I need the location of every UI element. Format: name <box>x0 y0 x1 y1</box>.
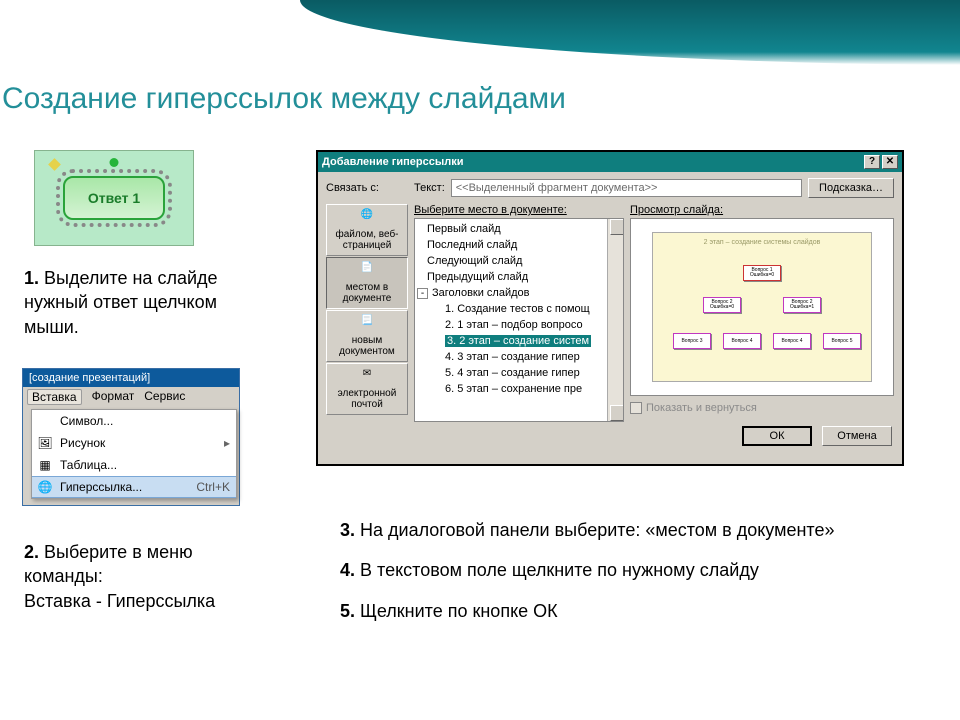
menu-bar: Вставка Формат Сервис <box>23 387 239 407</box>
answer-shape-container: Ответ 1 <box>34 150 194 246</box>
dialog-title: Добавление гиперссылки <box>322 156 463 168</box>
link-type-sidebar: 🌐 файлом, веб-страницей 📄 местом в докум… <box>326 204 408 422</box>
app-title-bar: [создание презентаций] <box>23 369 239 387</box>
adjust-handle-icon[interactable] <box>48 158 61 171</box>
tree-item[interactable]: 5. 4 этап – создание гипер <box>417 365 621 381</box>
preview-slide-title: 2 этап – создание системы слайдов <box>653 233 871 246</box>
cancel-button[interactable]: Отмена <box>822 426 892 446</box>
insert-menu-screenshot: [создание презентаций] Вставка Формат Се… <box>22 368 240 506</box>
place-in-doc-icon: 📄 <box>357 262 377 280</box>
hyperlink-dialog: Добавление гиперссылки ? ✕ Связать с: Те… <box>316 150 904 466</box>
close-button[interactable]: ✕ <box>882 155 898 169</box>
rotate-handle-icon[interactable] <box>110 158 119 167</box>
preview-node: Вопрос 3 <box>673 333 711 349</box>
preview-node: Вопрос 2Ошибка=1 <box>783 297 821 313</box>
menu-item-hyperlink[interactable]: 🌐 Гиперссылка... Ctrl+K <box>32 476 236 498</box>
tree-item[interactable]: 6. 5 этап – сохранение пре <box>417 381 621 397</box>
sidebar-item-file-web[interactable]: 🌐 файлом, веб-страницей <box>326 204 408 256</box>
show-return-label: Показать и вернуться <box>646 402 757 414</box>
menu-item-symbol[interactable]: Символ... <box>32 410 236 432</box>
tree-vscrollbar[interactable] <box>607 219 623 421</box>
menu-item-picture[interactable]: 🖼 Рисунок <box>32 432 236 454</box>
steps-right: 3. На диалоговой панели выберите: «место… <box>340 518 880 639</box>
dropdown-menu: Символ... 🖼 Рисунок ▦ Таблица... 🌐 Гипер… <box>31 409 237 499</box>
symbol-icon <box>36 413 54 429</box>
preview-node: Вопрос 1Ошибка=0 <box>743 265 781 281</box>
answer-shape[interactable]: Ответ 1 <box>63 176 165 220</box>
picture-icon: 🖼 <box>36 435 54 451</box>
file-web-icon: 🌐 <box>357 209 377 227</box>
preview-node: Вопрос 4 <box>773 333 811 349</box>
menu-item-table[interactable]: ▦ Таблица... <box>32 454 236 476</box>
collapse-icon[interactable]: - <box>417 288 428 299</box>
page-title: Создание гиперссылок между слайдами <box>2 82 566 116</box>
tree-item[interactable]: 2. 1 этап – подбор вопросо <box>417 317 621 333</box>
tree-item-selected[interactable]: 3. 2 этап – создание систем <box>417 333 621 349</box>
dialog-titlebar: Добавление гиперссылки ? ✕ <box>318 152 902 172</box>
preview-node: Вопрос 5 <box>823 333 861 349</box>
sidebar-item-new-doc[interactable]: 📃 новым документом <box>326 310 408 362</box>
preview-node: Вопрос 2Ошибка=0 <box>703 297 741 313</box>
tree-item[interactable]: 1. Создание тестов с помощ <box>417 301 621 317</box>
sidebar-item-place-in-doc[interactable]: 📄 местом в документе <box>326 257 408 309</box>
globe-link-icon: 🌐 <box>36 479 54 495</box>
menu-service[interactable]: Сервис <box>144 389 185 405</box>
preview-label: Просмотр слайда: <box>630 204 894 216</box>
link-with-label: Связать с: <box>326 182 408 194</box>
email-icon: ✉ <box>357 368 377 386</box>
show-return-checkbox <box>630 402 642 414</box>
text-label: Текст: <box>414 182 445 194</box>
step-1-text: 1. Выделите на слайде нужный ответ щелчк… <box>24 266 274 339</box>
menu-format[interactable]: Формат <box>92 389 135 405</box>
sidebar-item-email[interactable]: ✉ электронной почтой <box>326 363 408 415</box>
preview-node: Вопрос 4 <box>723 333 761 349</box>
text-field[interactable]: <<Выделенный фрагмент документа>> <box>451 179 802 197</box>
new-doc-icon: 📃 <box>357 315 377 333</box>
help-button[interactable]: ? <box>864 155 880 169</box>
slide-tree[interactable]: Первый слайд Последний слайд Следующий с… <box>414 218 624 422</box>
menu-insert[interactable]: Вставка <box>27 389 82 405</box>
table-icon: ▦ <box>36 457 54 473</box>
tree-item[interactable]: 4. 3 этап – создание гипер <box>417 349 621 365</box>
slide-preview: 2 этап – создание системы слайдов Вопрос… <box>630 218 894 396</box>
background-swoosh <box>300 0 960 65</box>
answer-shape-label: Ответ 1 <box>88 190 140 206</box>
ok-button[interactable]: ОК <box>742 426 812 446</box>
place-label: Выберите место в документе: <box>414 204 624 216</box>
shortcut-text: Ctrl+K <box>196 480 230 494</box>
step-2-text: 2. Выберите в меню команды: Вставка - Ги… <box>24 540 264 613</box>
hint-button[interactable]: Подсказка… <box>808 178 894 198</box>
